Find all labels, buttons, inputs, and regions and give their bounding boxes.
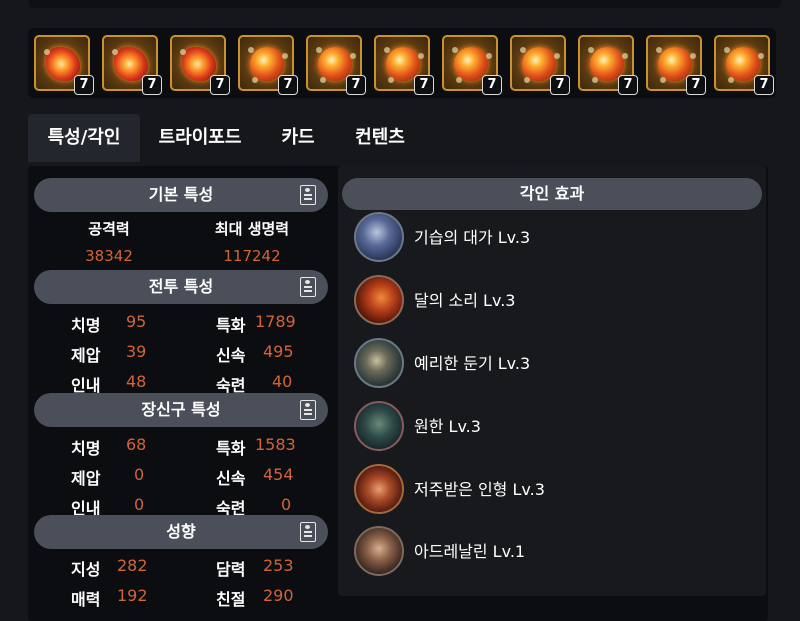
engraving-column: 각인 효과 기습의 대가 Lv.3 달의 소리 Lv.3 예리한 둔기 Lv.3… <box>338 166 766 596</box>
gem-bar: 7 7 7 7 7 7 7 7 7 7 7 <box>28 28 776 98</box>
gem-level-badge: 7 <box>346 75 366 95</box>
tab-tripod[interactable]: 트라이포드 <box>144 114 256 162</box>
engraving-name: 원한 Lv.3 <box>414 417 481 436</box>
basic-stats-header: 기본 특성 <box>34 178 328 212</box>
max-hp-value: 117242 <box>223 247 281 265</box>
gem-level-badge: 7 <box>74 75 94 95</box>
grudge-icon <box>354 401 404 451</box>
stat-label: 신속 <box>216 469 246 488</box>
engraving-name: 저주받은 인형 Lv.3 <box>414 480 545 499</box>
engraving-item[interactable]: 저주받은 인형 Lv.3 <box>354 464 754 516</box>
engraving-name: 달의 소리 Lv.3 <box>414 291 516 310</box>
gem-level-badge: 7 <box>414 75 434 95</box>
gem-level-badge: 7 <box>210 75 230 95</box>
stat-value: 1789 <box>255 312 296 331</box>
stat-label: 친절 <box>216 590 246 609</box>
stat-value: 282 <box>117 556 148 575</box>
engraving-name: 예리한 둔기 Lv.3 <box>414 354 531 373</box>
accessory-stats-header: 장신구 특성 <box>34 393 328 427</box>
stat-value: 0 <box>134 495 145 514</box>
document-icon[interactable] <box>300 277 316 297</box>
tendency-title: 성향 <box>166 522 196 541</box>
stat-value: 95 <box>126 312 147 331</box>
accessory-stats-title: 장신구 특성 <box>141 400 221 419</box>
stat-value: 0 <box>134 465 145 484</box>
gem-slot[interactable]: 7 <box>374 35 434 95</box>
stat-label: 제압 <box>71 469 101 488</box>
gem-level-badge: 7 <box>482 75 502 95</box>
stat-value: 192 <box>117 586 148 605</box>
stat-label: 치명 <box>71 316 101 335</box>
stat-value: 40 <box>272 372 293 391</box>
stat-value: 0 <box>281 495 292 514</box>
tab-content[interactable]: 컨텐츠 <box>340 114 420 162</box>
engraving-header: 각인 효과 <box>342 178 762 210</box>
stat-label: 특화 <box>216 316 246 335</box>
gem-level-badge: 7 <box>686 75 706 95</box>
gem-level-badge: 7 <box>550 75 570 95</box>
engraving-item[interactable]: 아드레날린 Lv.1 <box>354 526 754 578</box>
combat-stats-title: 전투 특성 <box>148 277 214 296</box>
gem-slot[interactable]: 7 <box>714 35 774 95</box>
stat-label: 신속 <box>216 346 246 365</box>
moon-sound-icon <box>354 275 404 325</box>
engraving-name: 아드레날린 Lv.1 <box>414 542 526 561</box>
gem-slot[interactable]: 7 <box>102 35 162 95</box>
tab-card[interactable]: 카드 <box>268 114 328 162</box>
document-icon[interactable] <box>300 400 316 420</box>
engraving-item[interactable]: 원한 Lv.3 <box>354 401 754 453</box>
gem-slot[interactable]: 7 <box>510 35 570 95</box>
stat-value: 1583 <box>255 435 296 454</box>
keen-blunt-weapon-icon <box>354 338 404 388</box>
stat-value: 48 <box>126 372 147 391</box>
stat-label: 매력 <box>71 590 101 609</box>
tab-traits-engravings[interactable]: 특성/각인 <box>28 114 140 162</box>
stat-value: 454 <box>263 465 294 484</box>
stat-label: 담력 <box>216 560 246 579</box>
gem-slot[interactable]: 7 <box>306 35 366 95</box>
ambush-master-icon <box>354 212 404 262</box>
main-panel: 기본 특성 공격력 최대 생명력 38342 117242 전투 특성 치명 9… <box>28 166 768 621</box>
engraving-item[interactable]: 예리한 둔기 Lv.3 <box>354 338 754 390</box>
stat-label: 제압 <box>71 346 101 365</box>
basic-stats-title: 기본 특성 <box>148 185 214 204</box>
cursed-doll-icon <box>354 464 404 514</box>
gem-level-badge: 7 <box>754 75 774 95</box>
combat-stats-header: 전투 특성 <box>34 270 328 304</box>
stat-value: 495 <box>263 342 294 361</box>
gem-slot[interactable]: 7 <box>34 35 94 95</box>
gem-level-badge: 7 <box>142 75 162 95</box>
top-strip <box>28 0 782 8</box>
stat-label: 지성 <box>71 560 101 579</box>
max-hp-label: 최대 생명력 <box>214 220 290 238</box>
attack-label: 공격력 <box>88 220 130 238</box>
gem-slot[interactable]: 7 <box>442 35 502 95</box>
engraving-item[interactable]: 달의 소리 Lv.3 <box>354 275 754 327</box>
engraving-item[interactable]: 기습의 대가 Lv.3 <box>354 212 754 264</box>
document-icon[interactable] <box>300 185 316 205</box>
gem-slot[interactable]: 7 <box>238 35 298 95</box>
engraving-name: 기습의 대가 Lv.3 <box>414 228 531 247</box>
attack-value: 38342 <box>85 247 133 265</box>
stat-value: 68 <box>126 435 147 454</box>
gem-level-badge: 7 <box>278 75 298 95</box>
gem-slot[interactable]: 7 <box>170 35 230 95</box>
gem-level-badge: 7 <box>618 75 638 95</box>
stat-value: 253 <box>263 556 294 575</box>
stat-label: 치명 <box>71 439 101 458</box>
adrenaline-icon <box>354 526 404 576</box>
gem-slot[interactable]: 7 <box>646 35 706 95</box>
gem-slot[interactable]: 7 <box>578 35 638 95</box>
stat-value: 39 <box>126 342 147 361</box>
tendency-header: 성향 <box>34 515 328 549</box>
document-icon[interactable] <box>300 522 316 542</box>
stat-label: 특화 <box>216 439 246 458</box>
stat-value: 290 <box>263 586 294 605</box>
